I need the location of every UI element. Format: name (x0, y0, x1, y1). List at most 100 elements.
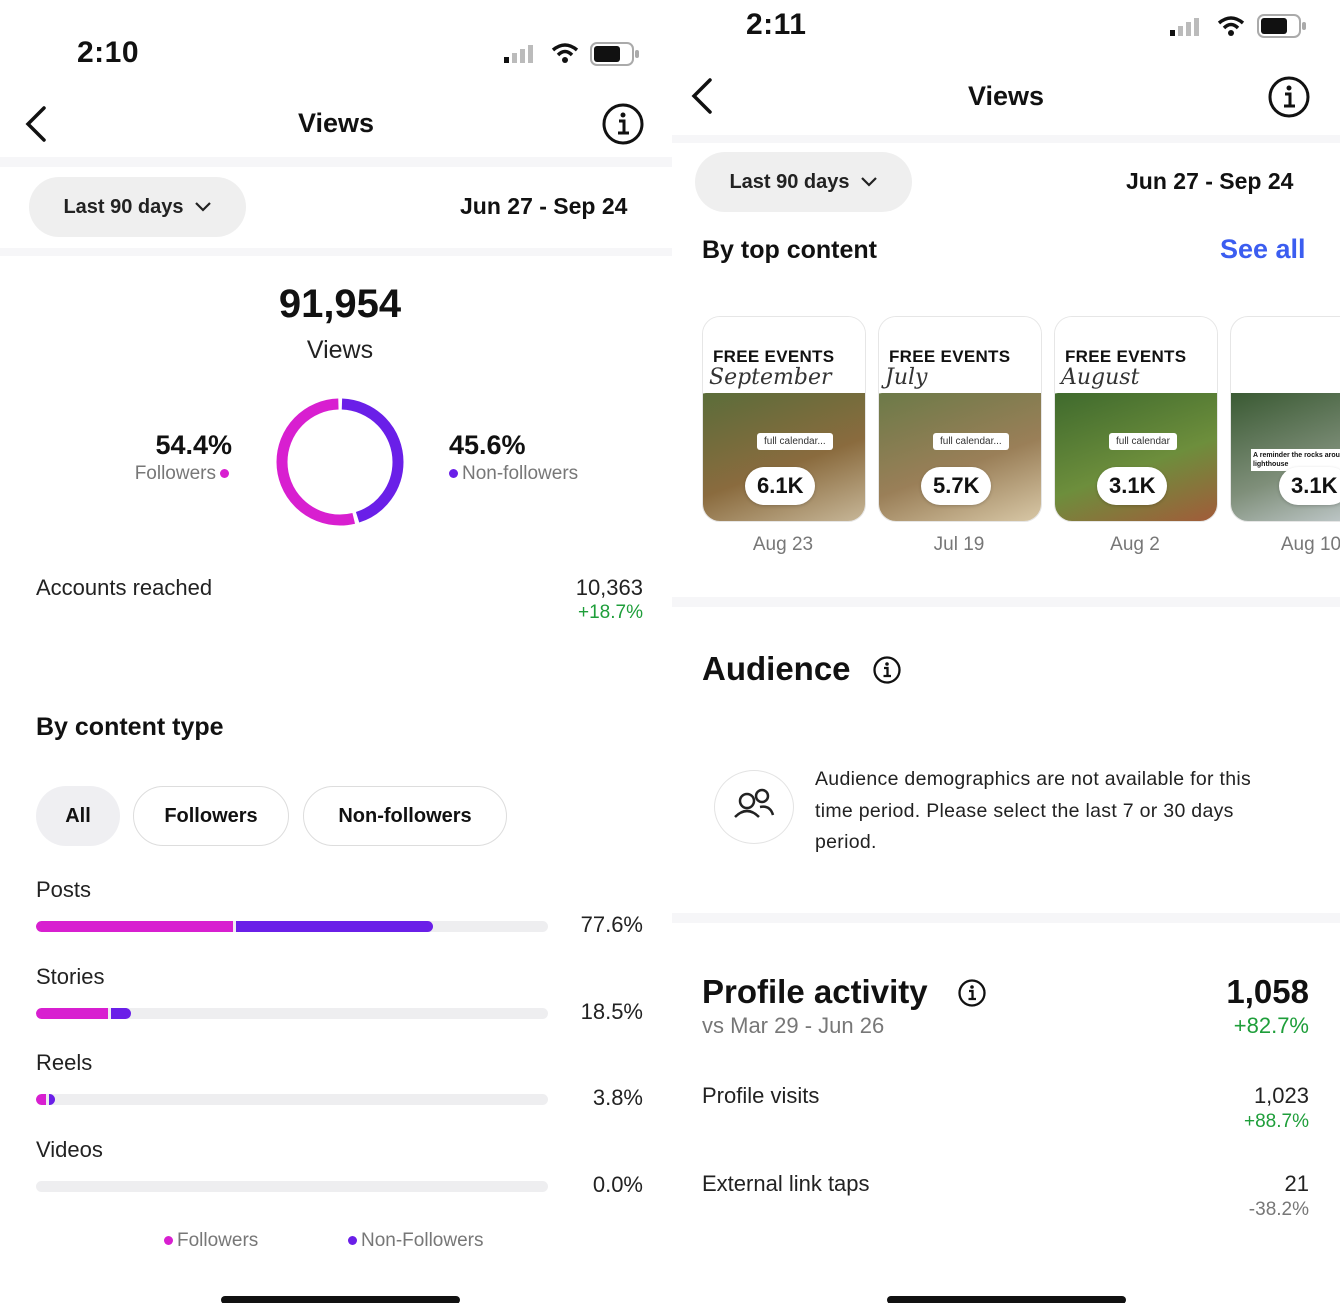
thumbnail-date: Aug 23 (752, 534, 814, 555)
left-screen: 2:10 Views Last 90 days Jun 27 - Sep 24 … (0, 0, 672, 1303)
top-content-thumbnail[interactable]: FREE EVENTS August full calendar 3.1K (1054, 316, 1218, 522)
wifi-icon (551, 42, 579, 69)
followers-legend: Followers (80, 463, 233, 485)
divider (672, 597, 1340, 607)
divider (0, 157, 672, 167)
external-link-taps-value: 21 (1284, 1171, 1309, 1196)
content-type-label: Stories (36, 963, 105, 989)
info-icon[interactable] (1267, 75, 1311, 124)
page-title: Views (297, 108, 375, 138)
people-icon (734, 788, 775, 818)
battery-icon (590, 42, 642, 71)
thumbnail-heading: FREE EVENTS (713, 347, 835, 366)
date-range: Jun 27 - Sep 24 (1126, 168, 1294, 194)
audience-icon-circle (714, 770, 794, 844)
thumbnail-script-title: July (885, 365, 928, 390)
content-type-percent: 3.8% (592, 1085, 643, 1110)
thumbnail-date: Aug 2 (1110, 534, 1160, 555)
audience-info-icon[interactable] (872, 655, 902, 690)
section-title-content-type: By content type (36, 713, 224, 741)
divider (672, 913, 1340, 923)
content-type-bar-track (36, 1180, 548, 1192)
see-all-link[interactable]: See all (1220, 234, 1306, 265)
filter-followers-chip[interactable]: Followers (133, 786, 289, 846)
thumbnail-script-title: September (709, 365, 832, 390)
profile-visits-label: Profile visits (702, 1083, 820, 1108)
divider (672, 135, 1340, 143)
status-time: 2:10 (77, 36, 140, 69)
thumbnail-date: Jul 19 (933, 534, 985, 555)
content-type-row: Stories 18.5% (0, 957, 672, 1037)
home-indicator[interactable] (221, 1296, 460, 1303)
content-type-bar-track (36, 1007, 548, 1019)
audience-unavailable-message: Audience demographics are not available … (815, 768, 1252, 853)
thumbnail-heading: FREE EVENTS (889, 347, 1011, 366)
content-type-percent: 18.5% (580, 998, 643, 1024)
profile-activity-compare: vs Mar 29 - Jun 26 (702, 1013, 885, 1038)
wifi-icon (1217, 15, 1245, 42)
total-views-label: Views (306, 336, 374, 364)
thumbnail-cta: full calendar (1109, 433, 1177, 450)
top-content-thumbnail[interactable]: FREE EVENTS July full calendar... 5.7K (878, 316, 1042, 522)
content-type-bar-track (36, 1094, 548, 1105)
page-title: Views (967, 81, 1045, 111)
thumbnail-views-badge: 6.1K (745, 467, 816, 505)
content-type-row: Videos 0.0% (0, 1130, 672, 1210)
non-followers-percent: 45.6% (449, 430, 526, 460)
content-type-row: Reels 3.8% (0, 1043, 672, 1123)
chevron-down-icon (194, 202, 211, 212)
range-label: Last 90 days (729, 170, 850, 193)
thumbnail-heading: FREE EVENTS (1065, 347, 1187, 366)
content-type-label: Reels (36, 1050, 93, 1075)
accounts-reached-value: 10,363 (575, 575, 643, 600)
home-indicator[interactable] (887, 1296, 1126, 1303)
bar-non-followers-segment (48, 1094, 56, 1105)
right-screen: 2:11 Views Last 90 days Jun 27 - Sep 24 … (672, 0, 1340, 1303)
bar-followers-segment (36, 1007, 108, 1019)
thumbnail-script-title: August (1061, 365, 1140, 390)
battery-icon (1257, 14, 1309, 43)
content-type-label: Videos (36, 1136, 103, 1162)
range-dropdown[interactable]: Last 90 days (695, 152, 912, 212)
accounts-reached-label: Accounts reached (36, 575, 213, 600)
legend-non-followers-label: Non-Followers (361, 1230, 484, 1251)
info-icon[interactable] (601, 102, 645, 151)
thumbnail-cta: full calendar... (757, 433, 833, 450)
legend-followers: Followers (160, 1230, 258, 1252)
profile-activity-info-icon[interactable] (957, 978, 987, 1013)
bar-non-followers-segment (236, 921, 434, 932)
non-followers-label: Non-followers (462, 463, 579, 484)
audience-title: Audience (702, 650, 851, 687)
profile-visits-change: +88.7% (1244, 1111, 1309, 1132)
top-content-thumbnail[interactable]: A reminder the rocks around the lighthou… (1230, 316, 1340, 522)
signal-icon (502, 42, 538, 69)
bar-followers-segment (36, 921, 234, 932)
followers-dot (220, 469, 229, 479)
profile-activity-value: 1,058 (1226, 973, 1309, 1010)
profile-activity-title: Profile activity (702, 973, 928, 1010)
filter-non-followers-chip[interactable]: Non-followers (303, 786, 507, 846)
profile-activity-change: +82.7% (1233, 1013, 1309, 1038)
legend-followers-label: Followers (177, 1230, 259, 1251)
date-range: Jun 27 - Sep 24 (460, 193, 628, 219)
range-dropdown[interactable]: Last 90 days (29, 177, 246, 237)
content-type-row: Posts 77.6% (0, 870, 672, 950)
filter-all-chip[interactable]: All (36, 786, 120, 846)
followers-label: Followers (134, 463, 216, 484)
legend-non-followers-dot (348, 1236, 357, 1246)
range-label: Last 90 days (63, 195, 184, 218)
chevron-down-icon (860, 177, 877, 187)
external-link-taps-change: -38.2% (1248, 1199, 1309, 1220)
content-type-percent: 77.6% (580, 912, 643, 937)
content-type-bars: Posts 77.6% Stories 18.5% Reels 3.8% Videos 0.0… (0, 870, 672, 1210)
thumbnail-cta: full calendar... (933, 433, 1009, 450)
non-followers-legend: Non-followers (445, 463, 578, 485)
top-content-carousel[interactable]: FREE EVENTS September full calendar... 6.1K… (672, 316, 1340, 566)
legend-non-followers: Non-Followers (344, 1230, 483, 1252)
section-title-top-content: By top content (702, 236, 877, 264)
thumbnail-views-badge: 5.7K (921, 467, 992, 505)
top-content-thumbnail[interactable]: FREE EVENTS September full calendar... 6.1K (702, 316, 866, 522)
thumbnail-date: Aug 10 (1280, 534, 1340, 555)
bar-non-followers-segment (110, 1007, 131, 1019)
legend-followers-dot (164, 1236, 173, 1246)
